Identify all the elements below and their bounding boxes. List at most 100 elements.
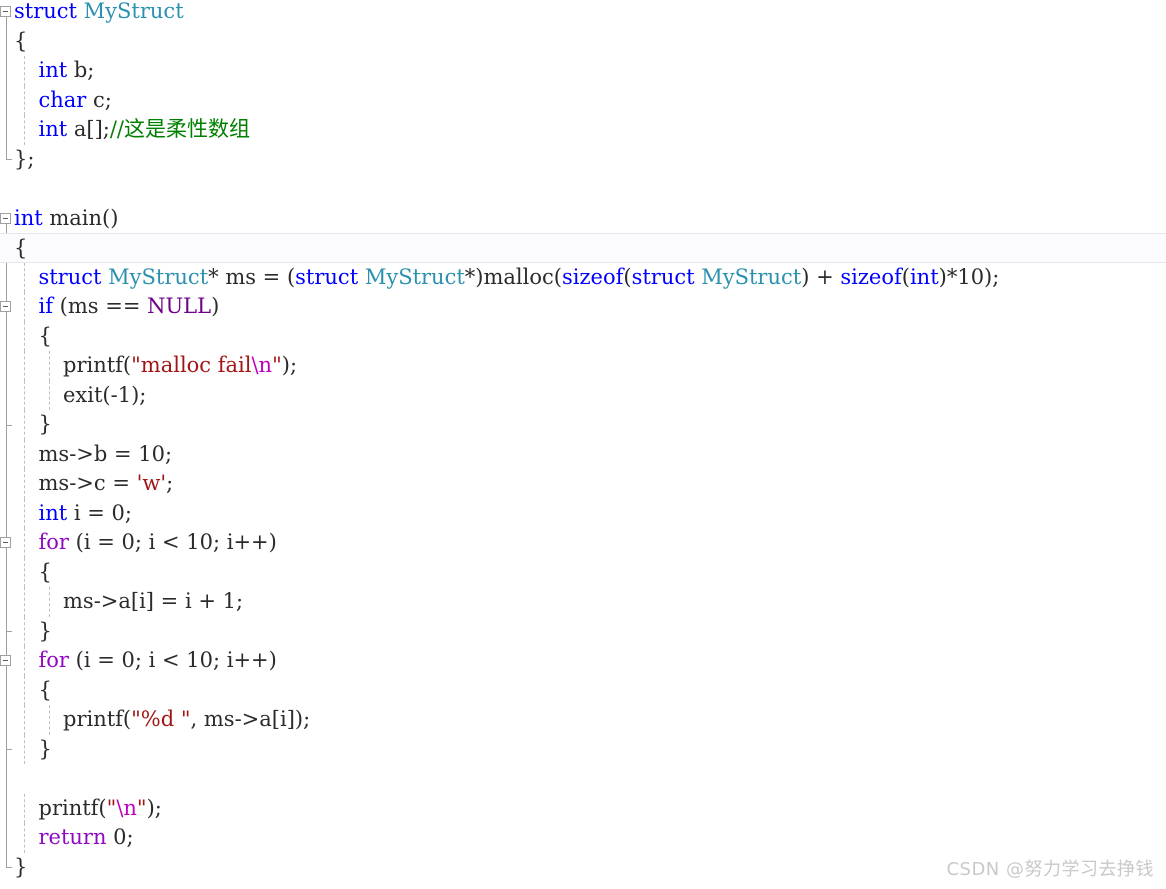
code-token-kw: int bbox=[38, 58, 68, 82]
code-token-macro: NULL bbox=[147, 294, 212, 318]
code-line-content: for (i = 0; i < 10; i++) bbox=[14, 528, 277, 558]
code-token-type: MyStruct bbox=[364, 264, 465, 289]
code-line[interactable]: int main() bbox=[0, 204, 1166, 234]
indent-guide bbox=[24, 410, 26, 440]
code-editor[interactable]: struct MyStruct{int b; char c; int a[];//这… bbox=[0, 0, 1166, 889]
code-text-area[interactable]: struct MyStruct{int b; char c; int a[];//这… bbox=[0, 0, 1166, 889]
code-token-esc: \n bbox=[116, 795, 137, 820]
indent-guide bbox=[24, 498, 26, 528]
code-line[interactable]: } bbox=[0, 617, 1166, 647]
code-line-content: struct MyStruct* ms = (struct MyStruct*)… bbox=[14, 263, 1000, 293]
indent-guide bbox=[24, 469, 26, 499]
indent-guide bbox=[24, 292, 26, 322]
code-line[interactable]: ms->a[i] = i + 1; bbox=[0, 587, 1166, 617]
code-line-content: }; bbox=[14, 145, 34, 175]
indent-guide bbox=[24, 616, 26, 646]
indent-guide bbox=[24, 705, 26, 735]
indent-guide bbox=[24, 646, 26, 676]
code-token-kw: int bbox=[14, 205, 43, 230]
indent-guide bbox=[24, 321, 26, 351]
code-line[interactable]: if (ms == NULL) bbox=[0, 292, 1166, 322]
code-line-content: int a[];//这是柔性数组 bbox=[14, 115, 251, 145]
code-line[interactable]: { bbox=[0, 558, 1166, 588]
code-token-id: } bbox=[38, 412, 52, 436]
code-line[interactable]: exit(-1); bbox=[0, 381, 1166, 411]
code-line[interactable]: int i = 0; bbox=[0, 499, 1166, 529]
indent-guide bbox=[24, 262, 26, 292]
indent-guide bbox=[24, 380, 26, 410]
code-token-id: } bbox=[38, 736, 52, 761]
code-line[interactable]: printf("\n"); bbox=[0, 794, 1166, 824]
code-line-content: } bbox=[14, 735, 52, 765]
code-line[interactable]: { bbox=[0, 27, 1166, 57]
code-token-id: ; bbox=[166, 471, 174, 495]
code-token-type: MyStruct bbox=[108, 264, 209, 289]
code-token-id: ( bbox=[623, 264, 632, 289]
code-line-content: ms->c = 'w'; bbox=[14, 469, 174, 499]
indent-guide bbox=[48, 380, 51, 410]
code-token-id: }; bbox=[14, 146, 35, 171]
code-line[interactable]: { bbox=[0, 676, 1166, 706]
code-line[interactable]: ms->c = 'w'; bbox=[0, 469, 1166, 499]
indent-guide bbox=[48, 587, 51, 617]
code-token-id: ); bbox=[146, 795, 162, 820]
code-line-content: struct MyStruct bbox=[14, 0, 184, 27]
code-line[interactable]: ms->b = 10; bbox=[0, 440, 1166, 470]
code-token-kw: int bbox=[909, 264, 939, 289]
code-token-id: i = 0; bbox=[67, 500, 132, 525]
code-token-str: "%d " bbox=[131, 707, 191, 731]
code-token-id: )*10); bbox=[938, 264, 1000, 289]
code-line-content: { bbox=[14, 322, 52, 352]
code-token-id: , ms->a[i]); bbox=[190, 707, 311, 731]
code-line-content: int b; bbox=[14, 56, 95, 86]
code-token-id: ms->a[i] = i + 1; bbox=[63, 589, 244, 613]
indent-guide bbox=[24, 85, 26, 115]
code-token-id: *)malloc( bbox=[464, 264, 562, 289]
code-line[interactable]: int a[];//这是柔性数组 bbox=[0, 115, 1166, 145]
code-token-kw: if bbox=[38, 294, 54, 318]
code-line[interactable]: int b; bbox=[0, 56, 1166, 86]
indent-guide bbox=[24, 439, 26, 469]
code-line[interactable]: printf("%d ", ms->a[i]); bbox=[0, 705, 1166, 735]
code-token-id: { bbox=[14, 236, 28, 260]
indent-guide bbox=[24, 587, 26, 617]
code-token-kwc: for bbox=[38, 530, 69, 554]
code-token-cmt: //这是柔性数组 bbox=[109, 117, 250, 141]
code-line[interactable]: for (i = 0; i < 10; i++) bbox=[0, 528, 1166, 558]
indent-guide bbox=[24, 528, 26, 558]
indent-guide bbox=[24, 56, 26, 86]
code-line-content: { bbox=[14, 676, 52, 706]
code-line-content: printf("\n"); bbox=[14, 794, 162, 824]
code-token-kw: struct bbox=[38, 264, 102, 289]
code-line[interactable]: struct MyStruct bbox=[0, 0, 1166, 27]
indent-guide bbox=[24, 675, 26, 705]
indent-guide bbox=[48, 351, 51, 381]
code-line[interactable]: }; bbox=[0, 145, 1166, 175]
code-token-id bbox=[77, 0, 84, 23]
code-line-content: } bbox=[14, 410, 52, 440]
code-token-id: ms->b = 10; bbox=[38, 441, 173, 466]
code-line[interactable]: } bbox=[0, 410, 1166, 440]
indent-guide bbox=[48, 705, 51, 735]
code-line[interactable]: char c; bbox=[0, 86, 1166, 116]
code-token-id: 0; bbox=[106, 825, 134, 849]
code-line[interactable]: return 0; bbox=[0, 823, 1166, 853]
code-line-content: for (i = 0; i < 10; i++) bbox=[14, 646, 277, 676]
code-line-content: printf("malloc fail\n"); bbox=[14, 351, 297, 381]
code-line[interactable] bbox=[0, 174, 1166, 204]
code-token-esc: \n bbox=[251, 353, 273, 377]
code-line[interactable]: { bbox=[0, 233, 1166, 263]
code-line-content: int main() bbox=[14, 204, 118, 234]
code-token-str: " bbox=[272, 353, 282, 377]
code-line-content: } bbox=[14, 853, 27, 883]
code-line[interactable]: for (i = 0; i < 10; i++) bbox=[0, 646, 1166, 676]
code-token-id: main() bbox=[42, 205, 119, 230]
code-line-content: { bbox=[14, 234, 27, 264]
code-line[interactable]: { bbox=[0, 322, 1166, 352]
code-line[interactable]: printf("malloc fail\n"); bbox=[0, 351, 1166, 381]
code-line[interactable] bbox=[0, 764, 1166, 794]
code-line[interactable]: struct MyStruct* ms = (struct MyStruct*)… bbox=[0, 263, 1166, 293]
code-token-kw: struct bbox=[631, 264, 695, 289]
code-token-id: b; bbox=[67, 58, 95, 82]
code-line[interactable]: } bbox=[0, 735, 1166, 765]
